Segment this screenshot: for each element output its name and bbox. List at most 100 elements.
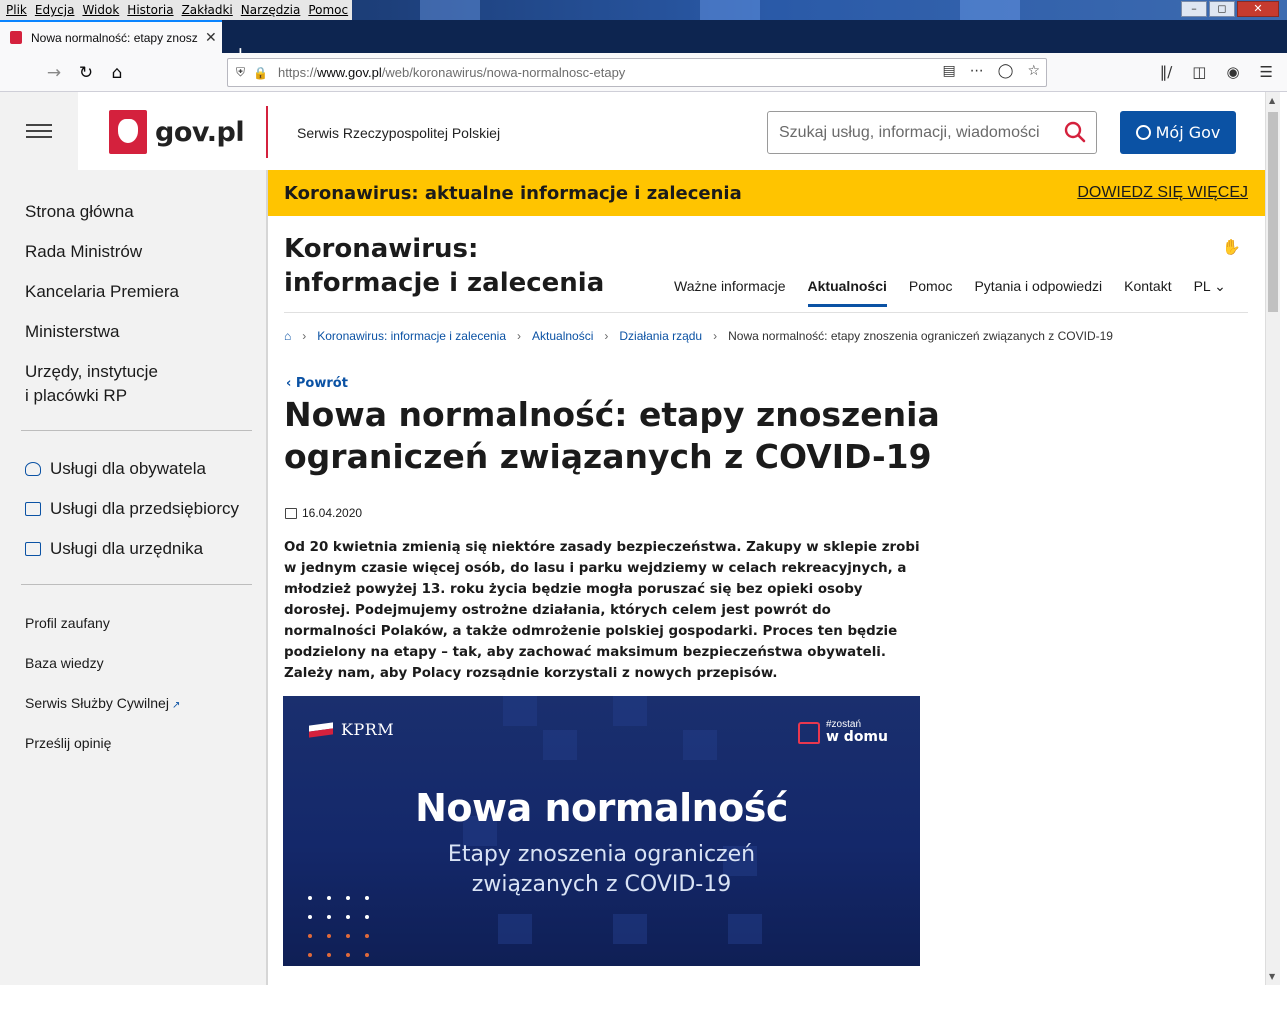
tab-news[interactable]: Aktualności — [807, 278, 888, 307]
pocket-icon[interactable]: ◯ — [998, 63, 1014, 79]
language-label: PL — [1193, 278, 1211, 294]
hero-grid-tile — [683, 730, 717, 760]
back-link-label: Powrót — [295, 376, 348, 391]
tracking-shield-icon[interactable]: ⛨ — [236, 65, 245, 80]
polish-flag-icon — [309, 721, 333, 738]
breadcrumb-item[interactable]: Aktualności — [532, 329, 593, 343]
menu-hamburger-icon[interactable] — [0, 92, 78, 170]
forward-button[interactable]: → — [40, 59, 68, 87]
kprm-logo: KPRM — [309, 720, 394, 739]
library-icon[interactable]: ‖∕ — [1160, 63, 1173, 81]
scroll-up-icon[interactable]: ▲ — [1269, 96, 1275, 105]
search-icon[interactable] — [1064, 121, 1086, 143]
article-lead: Od 20 kwietnia zmienią się niektóre zasa… — [284, 540, 920, 681]
window-controls: – ◻ ✕ — [1181, 1, 1279, 17]
breadcrumb-separator: › — [302, 329, 307, 343]
menu-file[interactable]: Plik — [2, 0, 31, 20]
page-scrollbar[interactable]: ▲ ▼ — [1265, 92, 1280, 985]
chevron-down-icon: ⌄ — [1214, 278, 1226, 294]
menu-history[interactable]: Historia — [123, 0, 177, 20]
breadcrumb-separator: › — [604, 329, 609, 343]
window-bottom — [0, 985, 1287, 1031]
maximize-button[interactable]: ◻ — [1209, 1, 1235, 17]
close-window-button[interactable]: ✕ — [1237, 1, 1279, 17]
menu-bookmarks[interactable]: Zakładki — [178, 0, 237, 20]
briefcase-icon — [25, 502, 41, 516]
tab-contact[interactable]: Kontakt — [1124, 278, 1171, 307]
close-tab-icon[interactable]: ✕ — [205, 30, 217, 46]
sidebar-item-offices-line2[interactable]: i placówki RP — [25, 386, 127, 406]
breadcrumb: ⌂ › Koronawirus: informacje i zalecenia … — [284, 329, 1113, 343]
minimize-button[interactable]: – — [1181, 1, 1207, 17]
sidebar-item-ministries[interactable]: Ministerstwa — [25, 322, 119, 342]
sidebar-item-council[interactable]: Rada Ministrów — [25, 242, 142, 262]
section-title-line2: informacje i zalecenia — [284, 268, 605, 298]
calendar-icon — [285, 507, 297, 519]
menu-edit[interactable]: Edycja — [31, 0, 79, 20]
hero-grid-tile — [498, 914, 532, 944]
citizen-services-label: Usługi dla obywatela — [50, 459, 206, 478]
breadcrumb-item[interactable]: Działania rządu — [619, 329, 702, 343]
lock-icon[interactable]: 🔒 — [253, 66, 268, 80]
sidebar-link-knowledge-base[interactable]: Baza wiedzy — [25, 655, 104, 671]
back-link[interactable]: ‹ Powrót — [286, 376, 348, 391]
section-nav-divider — [284, 312, 1248, 313]
article-title: Nowa normalność: etapy znoszenia ogranic… — [284, 395, 940, 476]
gov-logo[interactable]: gov.pl — [109, 110, 245, 154]
tab-important-info[interactable]: Ważne informacje — [674, 278, 786, 307]
civil-service-label: Serwis Służby Cywilnej — [25, 695, 169, 711]
menu-view[interactable]: Widok — [78, 0, 123, 20]
house-icon — [797, 721, 820, 744]
gov-favicon-icon — [10, 31, 22, 44]
sidebar-link-civil-service[interactable]: Serwis Służby Cywilnej ↗ — [25, 695, 180, 711]
address-bar[interactable]: ⛨ 🔒 https://www.gov.pl/web/koronawirus/n… — [227, 58, 1047, 87]
browser-tab-active[interactable]: Nowa normalność: etapy znosz ✕ — [0, 20, 222, 53]
menu-help[interactable]: Pomoc — [304, 0, 352, 20]
url-text: https://www.gov.pl/web/koronawirus/nowa-… — [278, 65, 625, 80]
sidebar-item-business-services[interactable]: Usługi dla przedsiębiorcy — [25, 499, 239, 519]
section-nav: Ważne informacje Aktualności Pomoc Pytan… — [674, 278, 1248, 307]
bookmark-star-icon[interactable]: ☆ — [1027, 63, 1040, 79]
sidebar-icon[interactable]: ◫ — [1192, 63, 1206, 81]
home-icon[interactable]: ⌂ — [284, 329, 291, 343]
hero-grid-tile — [613, 696, 647, 726]
hero-grid-tile — [728, 914, 762, 944]
reload-button[interactable]: ↻ — [72, 59, 100, 87]
polish-eagle-icon — [109, 110, 147, 154]
sidebar-item-home[interactable]: Strona główna — [25, 202, 134, 222]
sidebar-item-chancellery[interactable]: Kancelaria Premiera — [25, 282, 179, 302]
section-title[interactable]: Koronawirus: informacje i zalecenia — [284, 232, 604, 300]
sidebar-item-offices[interactable]: Urzędy, instytucje — [25, 362, 158, 382]
sign-language-icon[interactable]: ✋ — [1222, 238, 1241, 256]
sidebar: Strona główna Rada Ministrów Kancelaria … — [0, 170, 268, 985]
sidebar-divider — [21, 430, 252, 431]
page-actions-icon[interactable]: ⋯ — [970, 63, 984, 79]
stay-home-logo: #zostań w domu — [797, 720, 888, 745]
sidebar-link-feedback[interactable]: Prześlij opinię — [25, 735, 111, 751]
sidebar-link-trusted-profile[interactable]: Profil zaufany — [25, 615, 110, 631]
header-divider — [266, 106, 268, 158]
sidebar-item-citizen-services[interactable]: Usługi dla obywatela — [25, 459, 206, 479]
tab-help[interactable]: Pomoc — [909, 278, 953, 307]
home-button[interactable]: ⌂ — [103, 59, 131, 87]
sidebar-item-official-services[interactable]: Usługi dla urzędnika — [25, 539, 203, 559]
account-icon[interactable]: ◉ — [1226, 63, 1239, 81]
breadcrumb-item[interactable]: Koronawirus: informacje i zalecenia — [317, 329, 506, 343]
scrollbar-thumb[interactable] — [1268, 112, 1278, 312]
menu-tools[interactable]: Narzędzia — [237, 0, 305, 20]
titlebar-decoration — [960, 0, 1020, 20]
app-menu-icon[interactable]: ☰ — [1260, 63, 1273, 81]
menu-bar: Plik Edycja Widok Historia Zakładki Narz… — [0, 0, 353, 20]
article-date-text: 16.04.2020 — [302, 506, 363, 520]
hero-grid-tile — [613, 914, 647, 944]
hero-subheadline: Etapy znoszenia ograniczeń związanych z … — [283, 840, 920, 900]
tab-faq[interactable]: Pytania i odpowiedzi — [974, 278, 1102, 307]
search-placeholder: Szukaj usług, informacji, wiadomości — [779, 123, 1040, 141]
reader-view-icon[interactable]: ▤ — [943, 63, 956, 79]
moj-gov-button[interactable]: Mój Gov — [1120, 111, 1236, 154]
search-input[interactable]: Szukaj usług, informacji, wiadomości — [767, 111, 1097, 154]
language-selector[interactable]: PL ⌄ — [1194, 278, 1226, 307]
banner-more-link[interactable]: DOWIEDZ SIĘ WIĘCEJ — [1077, 184, 1248, 202]
hero-image: KPRM #zostań w domu Nowa normalność Etap… — [283, 696, 920, 966]
scroll-down-icon[interactable]: ▼ — [1269, 972, 1275, 981]
